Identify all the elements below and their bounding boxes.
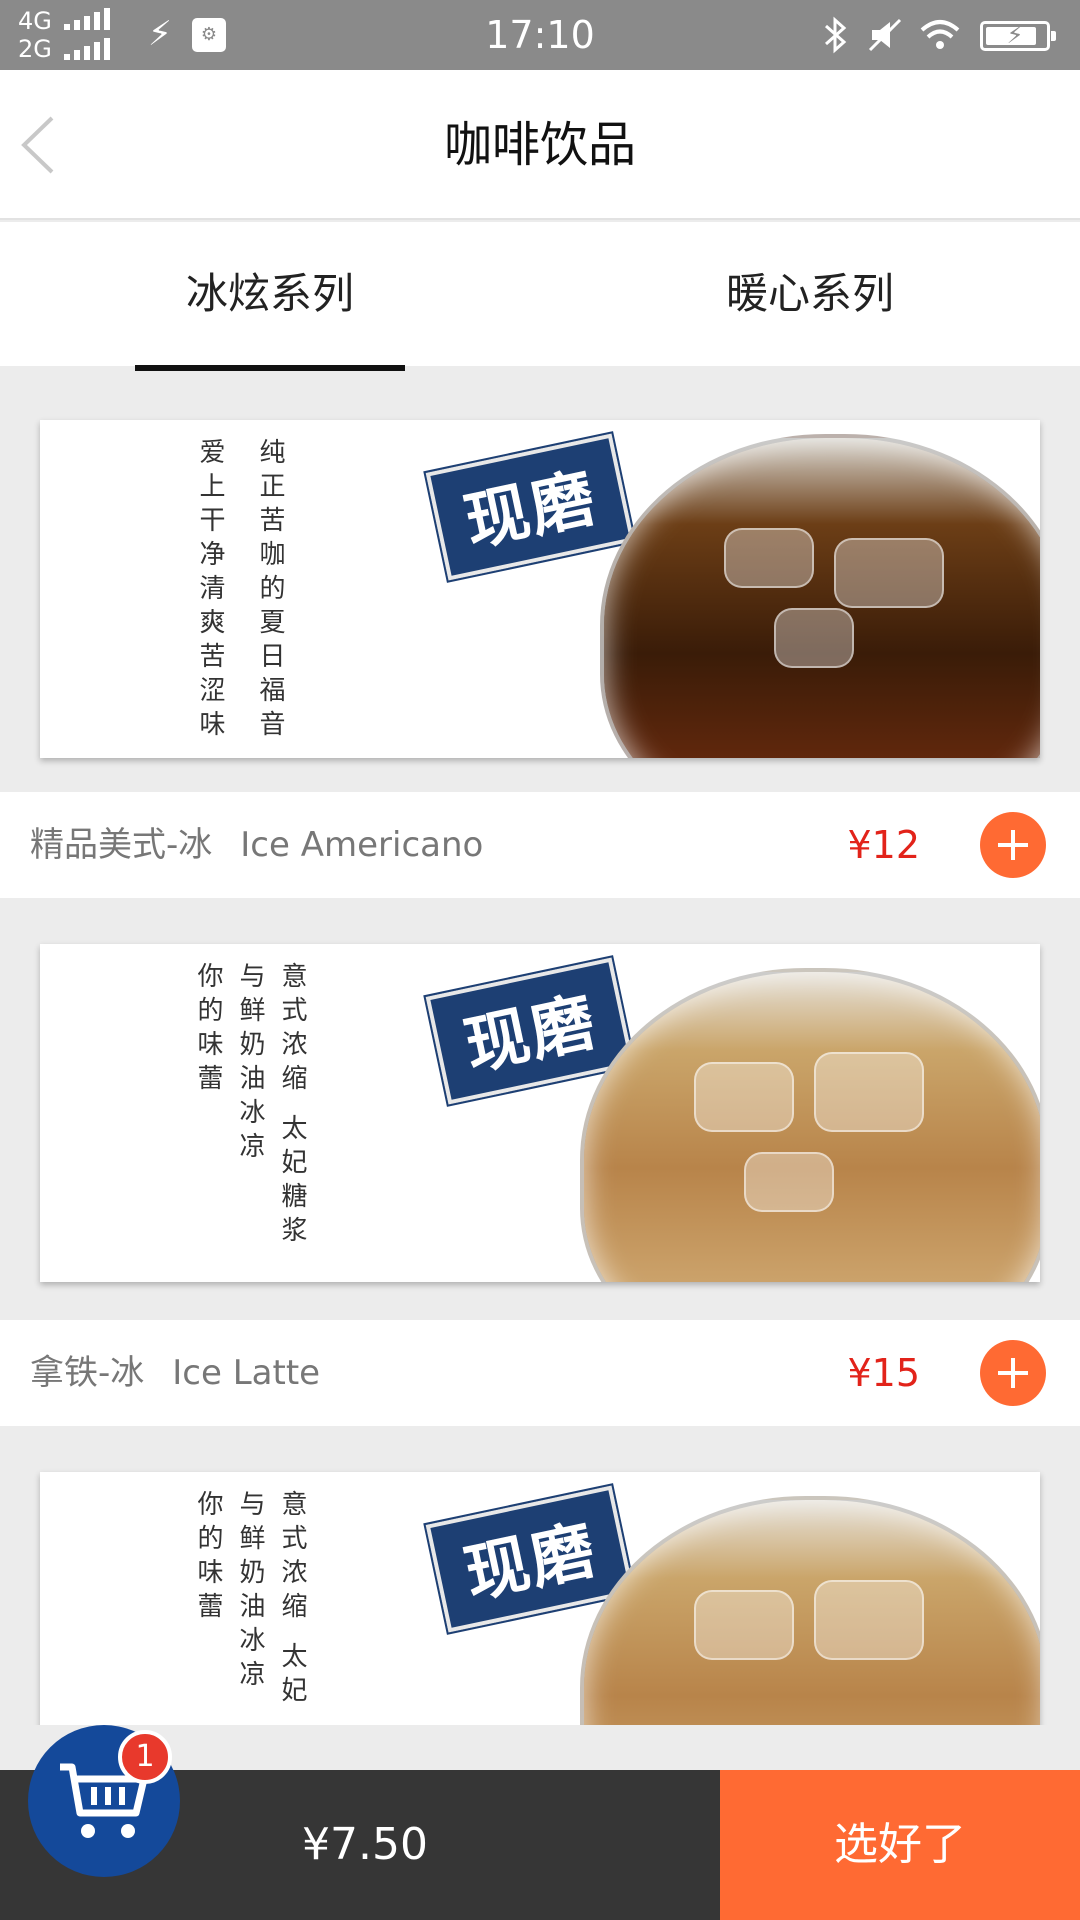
- cart-total: ¥7.50: [302, 1819, 428, 1870]
- product-name-cn: 拿铁-冰: [30, 1353, 145, 1393]
- product-banner-image[interactable]: 意式浓缩 太妃糖浆 与鲜奶油冰凉 你的味蕾 现磨: [40, 944, 1040, 1282]
- page-title: 咖啡饮品: [443, 117, 636, 173]
- signal-indicators: 4G 2G: [18, 6, 128, 64]
- battery-charging-icon: ⚡: [980, 21, 1056, 51]
- iced-latte-glass-image: [580, 968, 1040, 1282]
- product-name: 拿铁-冰 Ice Latte: [30, 1320, 320, 1426]
- signal-icon: [64, 38, 126, 60]
- product-price: ¥15: [847, 1351, 920, 1395]
- wifi-icon: [920, 20, 960, 49]
- add-to-cart-button[interactable]: [980, 812, 1046, 878]
- product-info-row: 精品美式-冰 Ice Americano ¥12: [0, 792, 1080, 898]
- iced-coffee-glass-image: [600, 434, 1040, 758]
- product-name-cn: 精品美式-冰: [30, 825, 213, 865]
- product-name-en: Ice Latte: [172, 1353, 321, 1393]
- usb-debug-icon: ⚙: [192, 18, 226, 52]
- iced-latte-glass-image: [580, 1496, 1040, 1725]
- tab-warm-series[interactable]: 暖心系列: [540, 222, 1080, 366]
- product-banner-image[interactable]: 意式浓缩 太妃 与鲜奶油冰凉 你的味蕾 现磨: [40, 1472, 1040, 1725]
- banner-stamp: 现磨: [423, 430, 637, 584]
- signal-icon: [64, 8, 126, 30]
- product-price: ¥12: [847, 823, 920, 867]
- tab-ice-series[interactable]: 冰炫系列: [0, 222, 540, 366]
- header: 咖啡饮品: [0, 70, 1080, 220]
- mute-icon: [868, 18, 902, 52]
- network-type-1: 4G: [18, 7, 52, 35]
- product-info-row: 拿铁-冰 Ice Latte ¥15: [0, 1320, 1080, 1426]
- category-tabs: 冰炫系列 暖心系列: [0, 222, 1080, 366]
- network-type-2: 2G: [18, 35, 52, 63]
- banner-poem: 爱上干净清爽苦涩味: [195, 438, 225, 744]
- product-banner-image[interactable]: 纯正苦咖的夏日福音 爱上干净清爽苦涩味 现磨: [40, 420, 1040, 758]
- banner-poem: 纯正苦咖的夏日福音: [255, 438, 285, 744]
- chevron-left-icon[interactable]: [14, 110, 84, 180]
- banner-poem: 你的味蕾: [193, 1490, 223, 1626]
- usb-icon: ⚡: [148, 14, 172, 54]
- bluetooth-icon: [825, 16, 847, 54]
- add-to-cart-button[interactable]: [980, 1340, 1046, 1406]
- product-name: 精品美式-冰 Ice Americano: [30, 792, 483, 898]
- product-name-en: Ice Americano: [240, 825, 484, 865]
- status-icons: ⚡: [818, 10, 1058, 60]
- cart-count-badge: 1: [118, 1730, 172, 1784]
- banner-poem: 你的味蕾: [193, 962, 223, 1098]
- status-bar: 4G 2G ⚡ ⚙ 17:10 ⚡: [0, 0, 1080, 70]
- checkout-button[interactable]: 选好了: [720, 1770, 1080, 1920]
- product-list[interactable]: 纯正苦咖的夏日福音 爱上干净清爽苦涩味 现磨 精品美式-冰 Ice America…: [0, 370, 1080, 1725]
